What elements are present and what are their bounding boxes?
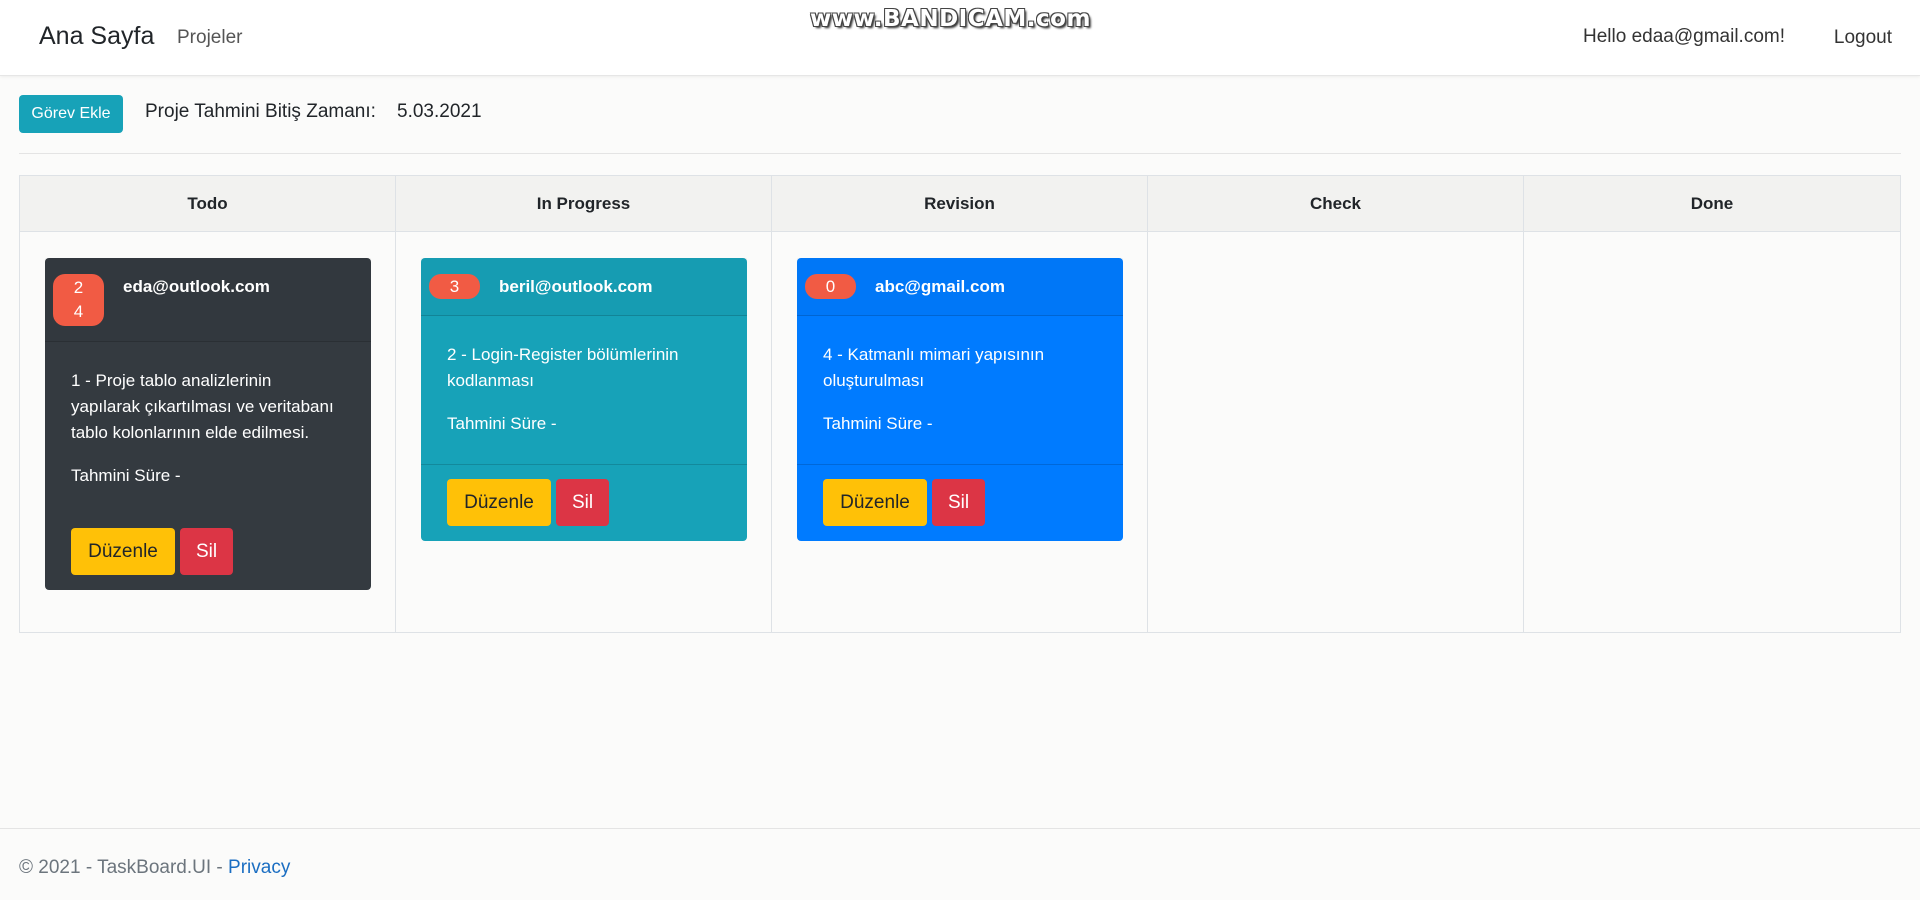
- estimate-label: Proje Tahmini Bitiş Zamanı:: [145, 101, 376, 122]
- delete-button[interactable]: Sil: [932, 479, 985, 526]
- logout-link[interactable]: Logout: [1834, 27, 1892, 49]
- page-footer: © 2021 - TaskBoard.UI - Privacy: [19, 857, 290, 879]
- card-header: 3 beril@outlook.com: [421, 258, 747, 316]
- edit-button[interactable]: Düzenle: [823, 479, 927, 526]
- card-user-email: abc@gmail.com: [875, 277, 1005, 296]
- task-count-badge: 2 4: [53, 274, 104, 326]
- card-footer: Düzenle Sil: [45, 520, 371, 590]
- column-header-in-progress: In Progress: [396, 176, 771, 232]
- task-board: Todo 2 4 eda@outlook.com 1 - Proje tablo…: [19, 175, 1901, 633]
- card-description: 2 - Login-Register bölümlerinin kodlanma…: [447, 345, 679, 390]
- user-greeting-link[interactable]: Hello edaa@gmail.com!: [1583, 26, 1785, 48]
- card-body: 4 - Katmanlı mimari yapısının oluşturulm…: [797, 316, 1123, 434]
- card-description: 1 - Proje tablo analizlerinin yapılarak …: [71, 371, 334, 442]
- footer-divider: [0, 828, 1920, 829]
- column-header-todo: Todo: [20, 176, 395, 232]
- column-in-progress: In Progress 3 beril@outlook.com 2 - Logi…: [396, 176, 772, 632]
- column-todo: Todo 2 4 eda@outlook.com 1 - Proje tablo…: [20, 176, 396, 632]
- task-count-badge: 3: [429, 274, 480, 299]
- privacy-link[interactable]: Privacy: [228, 857, 290, 878]
- task-card[interactable]: 2 4 eda@outlook.com 1 - Proje tablo anal…: [45, 258, 371, 590]
- add-task-button[interactable]: Görev Ekle: [19, 95, 123, 133]
- recorder-watermark: www.BANDICAM.com: [810, 6, 1091, 32]
- card-body: 2 - Login-Register bölümlerinin kodlanma…: [421, 316, 747, 434]
- card-duration: Tahmini Süre -: [447, 414, 557, 433]
- column-header-revision: Revision: [772, 176, 1147, 232]
- card-duration: Tahmini Süre -: [823, 414, 933, 433]
- estimate-value: 5.03.2021: [397, 101, 482, 122]
- delete-button[interactable]: Sil: [556, 479, 609, 526]
- task-card[interactable]: 3 beril@outlook.com 2 - Login-Register b…: [421, 258, 747, 541]
- task-count-badge: 0: [805, 274, 856, 299]
- column-check: Check: [1148, 176, 1524, 632]
- card-footer: Düzenle Sil: [797, 464, 1123, 541]
- task-card[interactable]: 0 abc@gmail.com 4 - Katmanlı mimari yapı…: [797, 258, 1123, 541]
- column-header-check: Check: [1148, 176, 1523, 232]
- edit-button[interactable]: Düzenle: [447, 479, 551, 526]
- badge-line-2: 4: [73, 302, 84, 321]
- nav-projects-link[interactable]: Projeler: [177, 27, 242, 49]
- edit-button[interactable]: Düzenle: [71, 528, 175, 575]
- column-revision: Revision 0 abc@gmail.com 4 - Katmanlı mi…: [772, 176, 1148, 632]
- brand-home-link[interactable]: Ana Sayfa: [39, 22, 154, 51]
- card-user-email: eda@outlook.com: [123, 277, 270, 296]
- card-description: 4 - Katmanlı mimari yapısının oluşturulm…: [823, 345, 1045, 390]
- footer-copyright: © 2021 - TaskBoard.UI -: [19, 857, 229, 878]
- column-done: Done: [1524, 176, 1900, 632]
- card-header: 2 4 eda@outlook.com: [45, 258, 371, 342]
- column-header-done: Done: [1524, 176, 1900, 232]
- card-user-email: beril@outlook.com: [499, 277, 653, 296]
- card-body: 1 - Proje tablo analizlerinin yapılarak …: [45, 342, 371, 486]
- card-footer: Düzenle Sil: [421, 464, 747, 541]
- card-duration: Tahmini Süre -: [71, 466, 181, 485]
- badge-line-1: 2: [73, 278, 84, 297]
- delete-button[interactable]: Sil: [180, 528, 233, 575]
- card-header: 0 abc@gmail.com: [797, 258, 1123, 316]
- divider: [19, 153, 1901, 154]
